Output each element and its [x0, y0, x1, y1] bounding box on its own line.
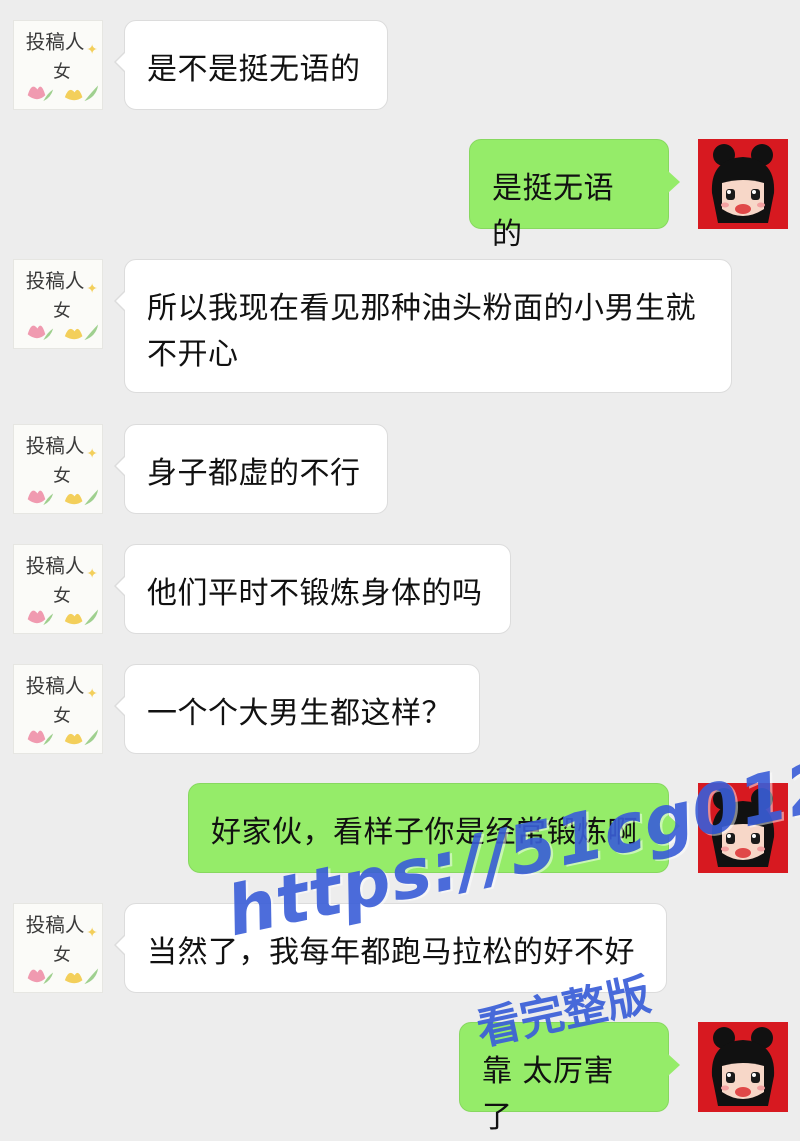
tulip-note-avatar-icon: 投稿人 女 ✦: [26, 30, 99, 102]
tulip-note-avatar-icon: 投稿人 女 ✦: [26, 434, 99, 506]
avatar[interactable]: [698, 139, 788, 229]
avatar[interactable]: 投稿人 女 ✦: [13, 424, 103, 514]
avatar[interactable]: [698, 1022, 788, 1112]
tulip-note-avatar-icon: 投稿人 女 ✦: [26, 674, 99, 746]
incoming-message-bubble[interactable]: 他们平时不锻炼身体的吗: [114, 544, 511, 634]
avatar-text-line2: 女: [53, 587, 71, 607]
avatar[interactable]: 投稿人 女 ✦: [13, 664, 103, 754]
avatar-text-line1: 投稿人: [26, 30, 85, 53]
incoming-message-bubble[interactable]: 是不是挺无语的: [114, 20, 388, 110]
avatar[interactable]: 投稿人 女 ✦: [13, 20, 103, 110]
avatar[interactable]: 投稿人 女 ✦: [13, 544, 103, 634]
svg-text:✦: ✦: [86, 925, 97, 941]
avatar-text-line2: 女: [53, 946, 71, 966]
avatar[interactable]: 投稿人 女 ✦: [13, 259, 103, 349]
tulip-note-avatar-icon: 投稿人 女 ✦: [26, 554, 99, 626]
svg-text:✦: ✦: [86, 281, 97, 297]
incoming-message-bubble[interactable]: 当然了，我每年都跑马拉松的好不好: [114, 903, 667, 993]
svg-text:✦: ✦: [86, 686, 97, 702]
incoming-message-bubble[interactable]: 一个个大男生都这样？: [114, 664, 480, 754]
chat-screen: 投稿人 女 ✦ 是不是挺无语的 是挺无语的 投稿人 女 ✦ 所以我现在看见那种油…: [0, 0, 800, 1135]
svg-text:✦: ✦: [86, 446, 97, 462]
avatar-text-line2: 女: [53, 302, 71, 322]
avatar-text-line1: 投稿人: [26, 674, 85, 697]
cartoon-girl-avatar-icon: [698, 139, 788, 229]
tulip-note-avatar-icon: 投稿人 女 ✦: [26, 269, 99, 341]
svg-text:✦: ✦: [86, 566, 97, 582]
avatar-text-line2: 女: [53, 63, 71, 83]
svg-text:✦: ✦: [86, 42, 97, 58]
avatar-text-line1: 投稿人: [26, 269, 85, 292]
avatar-text-line2: 女: [53, 467, 71, 487]
outgoing-message-bubble[interactable]: 靠 太厉害了: [459, 1022, 680, 1135]
avatar[interactable]: 投稿人 女 ✦: [13, 903, 103, 993]
outgoing-message-bubble[interactable]: 是挺无语的: [469, 139, 680, 252]
avatar-text-line1: 投稿人: [26, 554, 85, 577]
incoming-message-bubble[interactable]: 身子都虚的不行: [114, 424, 388, 514]
avatar-text-line2: 女: [53, 707, 71, 727]
cartoon-girl-avatar-icon: [698, 783, 788, 873]
avatar-text-line1: 投稿人: [26, 434, 85, 457]
incoming-message-bubble[interactable]: 所以我现在看见那种油头粉面的小男生就 不开心: [114, 259, 732, 393]
avatar[interactable]: [698, 783, 788, 873]
outgoing-message-bubble[interactable]: 好家伙，看样子你是经常锻炼啊: [188, 783, 680, 873]
cartoon-girl-avatar-icon: [698, 1022, 788, 1112]
avatar-text-line1: 投稿人: [26, 913, 85, 936]
tulip-note-avatar-icon: 投稿人 女 ✦: [26, 913, 99, 985]
